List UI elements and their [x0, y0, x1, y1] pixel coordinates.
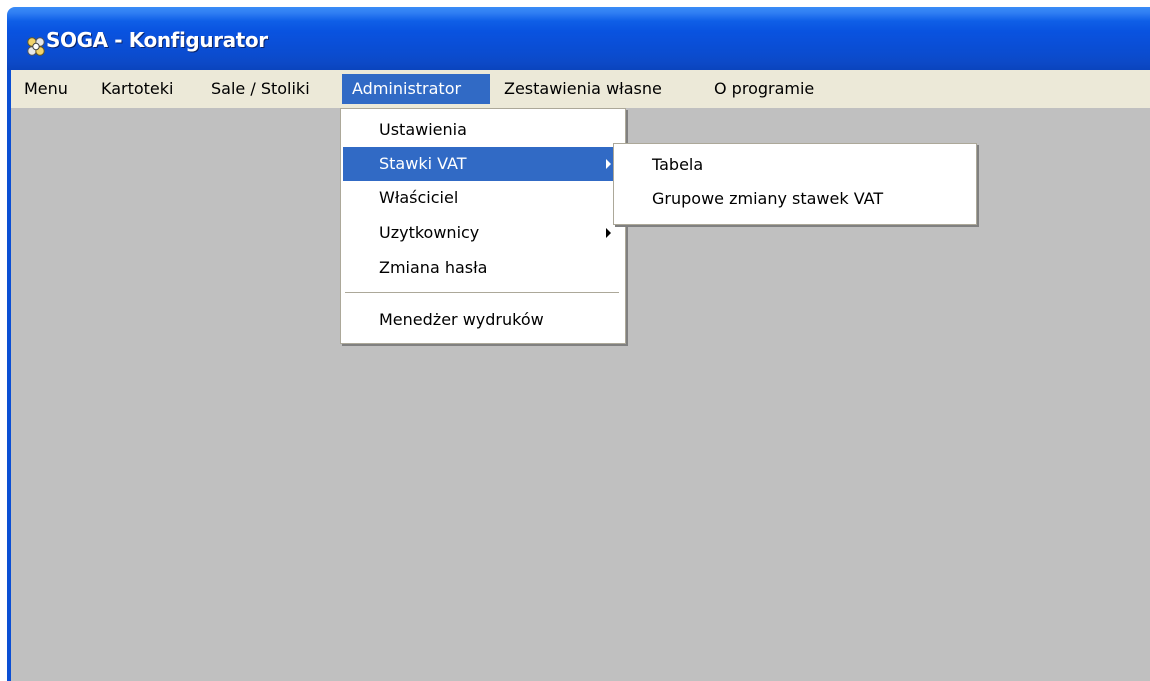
submenu-arrow-icon: [606, 159, 611, 169]
menuitem-wlasciciel[interactable]: Właściciel: [343, 181, 623, 215]
menu-menu-label: Menu: [24, 79, 68, 98]
menuitem-ustawienia[interactable]: Ustawienia: [343, 113, 623, 147]
menu-kartoteki-label: Kartoteki: [101, 79, 174, 98]
menu-sale-stoliki[interactable]: Sale / Stoliki: [199, 74, 342, 104]
menuitem-uzytkownicy[interactable]: Uzytkownicy: [343, 216, 623, 250]
menu-zestawienia-wlasne-label: Zestawienia własne: [504, 79, 662, 98]
menuitem-stawki-vat[interactable]: Stawki VAT: [343, 147, 623, 181]
administrator-dropdown: Ustawienia Stawki VAT Właściciel Uzytkow…: [340, 108, 626, 344]
menu-o-programie[interactable]: O programie: [704, 74, 844, 104]
title-bar[interactable]: SOGA - Konfigurator: [7, 7, 1150, 70]
menuitem-grupowe-zmiany-stawek-vat[interactable]: Grupowe zmiany stawek VAT: [616, 182, 974, 216]
menu-sale-stoliki-label: Sale / Stoliki: [211, 79, 310, 98]
menu-administrator-label: Administrator: [352, 79, 462, 98]
menu-kartoteki[interactable]: Kartoteki: [89, 74, 199, 104]
app-window: SOGA - Konfigurator Menu Kartoteki Sale …: [0, 0, 1150, 681]
soga-app-icon: [27, 37, 45, 56]
menuitem-tabela[interactable]: Tabela: [616, 148, 974, 182]
menuitem-tabela-label: Tabela: [652, 155, 704, 174]
menuitem-wlasciciel-label: Właściciel: [379, 188, 459, 207]
menuitem-ustawienia-label: Ustawienia: [379, 120, 467, 139]
menuitem-zmiana-hasla-label: Zmiana hasła: [379, 258, 488, 277]
menu-menu[interactable]: Menu: [12, 74, 89, 104]
menuitem-menedzer-wydrukow-label: Menedżer wydruków: [379, 310, 544, 329]
menuitem-uzytkownicy-label: Uzytkownicy: [379, 223, 480, 242]
submenu-arrow-icon: [606, 228, 611, 238]
stawki-vat-submenu: Tabela Grupowe zmiany stawek VAT: [613, 143, 977, 225]
menuitem-zmiana-hasla[interactable]: Zmiana hasła: [343, 251, 623, 285]
window-title: SOGA - Konfigurator: [46, 28, 268, 52]
menuitem-grupowe-zmiany-label: Grupowe zmiany stawek VAT: [652, 189, 884, 208]
menuitem-menedzer-wydrukow[interactable]: Menedżer wydruków: [343, 303, 623, 337]
menuitem-stawki-vat-label: Stawki VAT: [379, 154, 467, 173]
menu-o-programie-label: O programie: [714, 79, 815, 98]
menu-separator: [345, 292, 619, 293]
menu-administrator[interactable]: Administrator: [342, 74, 490, 104]
menu-zestawienia-wlasne[interactable]: Zestawienia własne: [494, 74, 704, 104]
